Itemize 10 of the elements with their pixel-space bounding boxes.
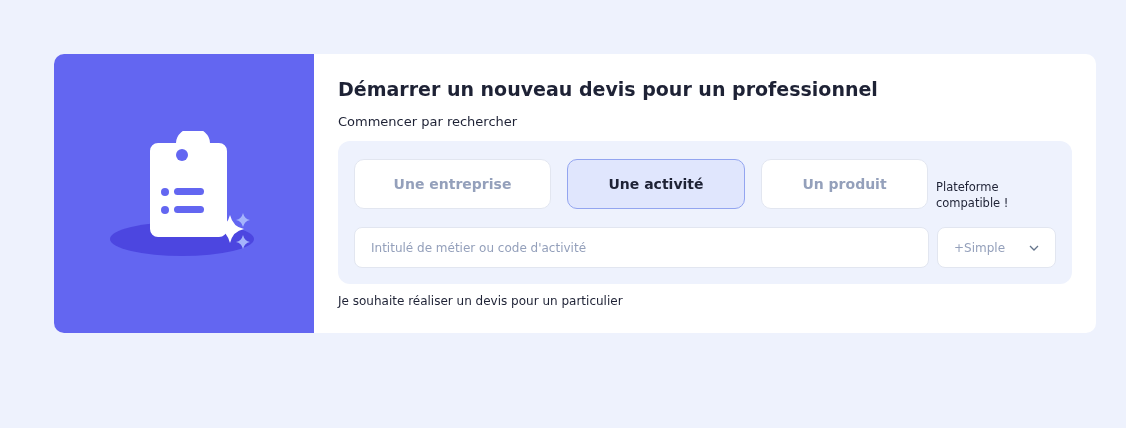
page-title: Démarrer un nouveau devis pour un professionnel xyxy=(338,78,879,102)
search-type-tab[interactable]: Une entreprise xyxy=(354,159,551,209)
search-type-tab[interactable]: Une activité xyxy=(567,159,745,209)
mode-dropdown[interactable]: +Simple xyxy=(937,227,1056,268)
section-label: Commencer par rechercher xyxy=(338,114,519,129)
search-type-tab[interactable]: Un produit xyxy=(761,159,928,209)
platform-note: Plateforme compatible ! xyxy=(936,179,1010,211)
chevron-down-icon xyxy=(1029,244,1039,251)
search-field[interactable]: Intitulé de métier ou code d'activité xyxy=(354,227,929,268)
individual-quote-link[interactable]: Je souhaite réaliser un devis pour un particulier xyxy=(338,294,1072,308)
